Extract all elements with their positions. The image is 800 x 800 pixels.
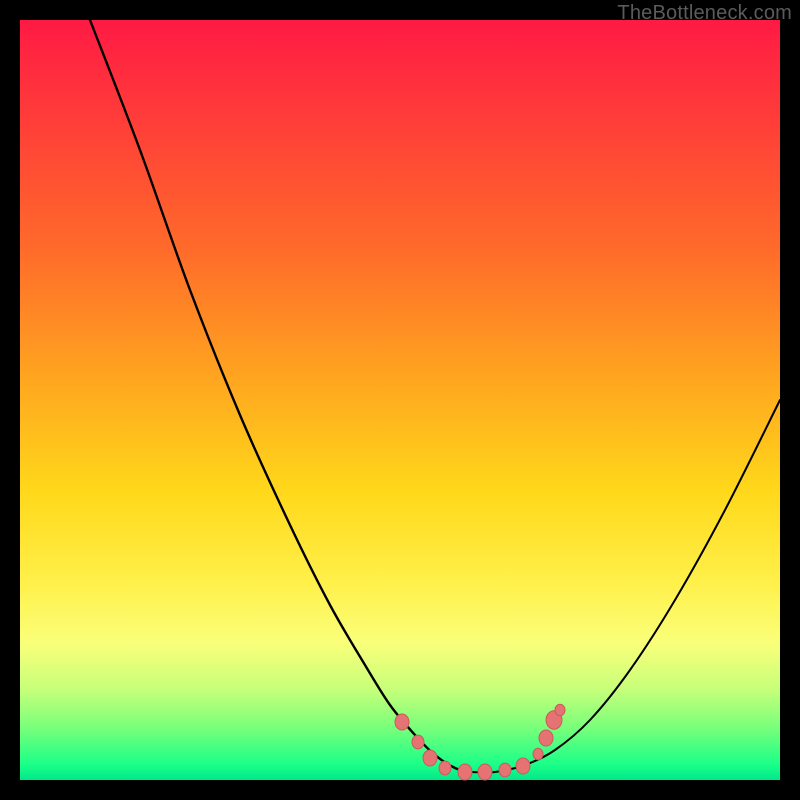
right-curve (470, 400, 780, 773)
data-marker (439, 761, 451, 775)
left-curve (90, 20, 470, 772)
data-markers (395, 704, 565, 780)
data-marker (539, 730, 553, 746)
chart-svg (20, 20, 780, 780)
data-marker (499, 763, 511, 777)
data-marker (458, 764, 472, 780)
data-marker (555, 704, 565, 716)
data-marker (478, 764, 492, 780)
data-marker (412, 735, 424, 749)
data-marker (533, 748, 543, 760)
chart-plot-area (20, 20, 780, 780)
data-marker (423, 750, 437, 766)
data-marker (516, 758, 530, 774)
chart-frame: TheBottleneck.com (0, 0, 800, 800)
data-marker (395, 714, 409, 730)
watermark-text: TheBottleneck.com (617, 2, 792, 25)
